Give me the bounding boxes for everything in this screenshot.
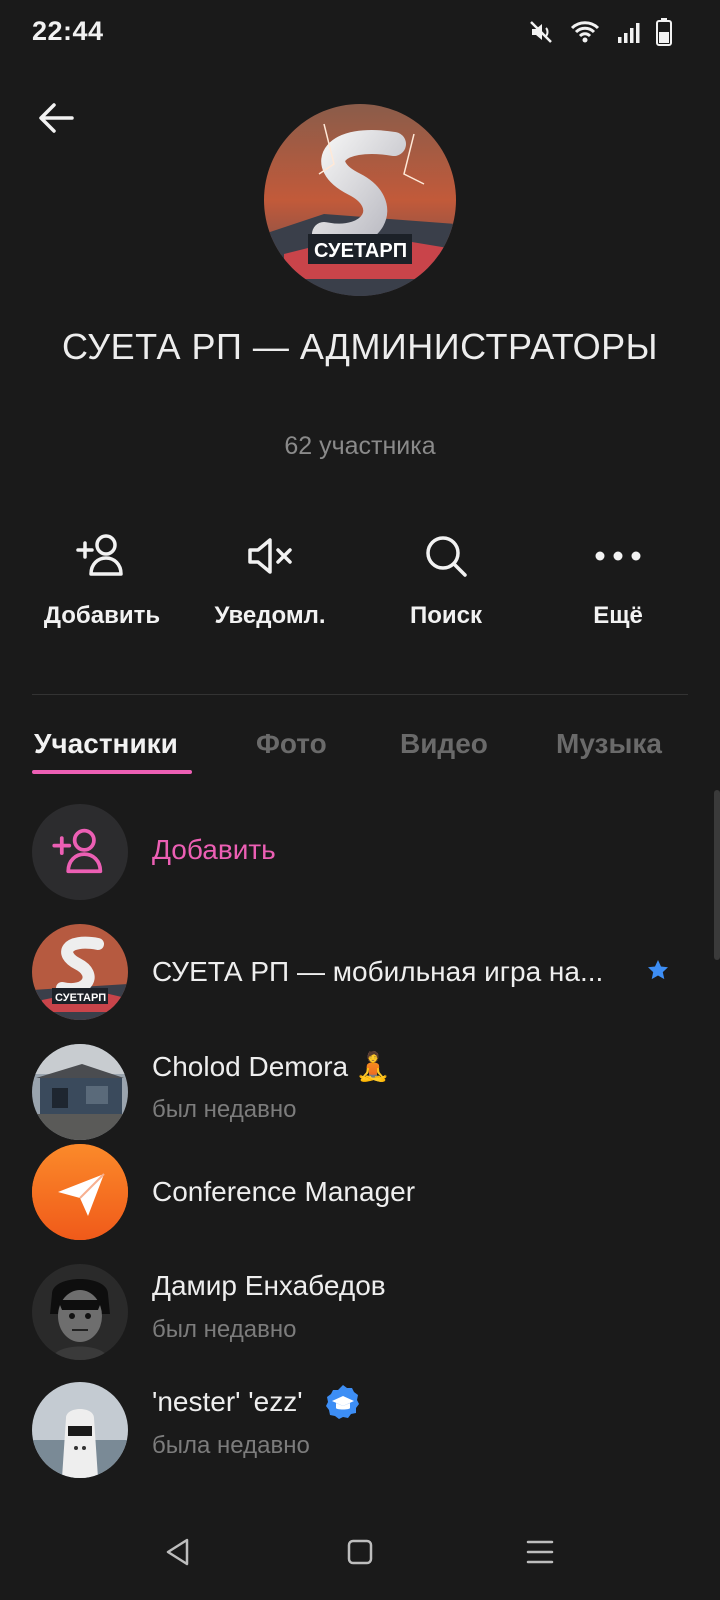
tab-video[interactable]: Видео xyxy=(400,728,488,760)
add-member-row[interactable]: Добавить xyxy=(0,800,720,900)
action-label: Добавить xyxy=(43,602,161,629)
nav-menu-button[interactable] xyxy=(516,1530,564,1578)
list-item[interactable]: 'nester' 'ezz' была недавно xyxy=(0,1378,720,1478)
battery-icon xyxy=(656,18,672,51)
action-label: Ещё xyxy=(593,602,643,629)
add-user-icon xyxy=(74,528,130,584)
list-item[interactable]: Conference Manager xyxy=(0,1140,720,1240)
tab-members[interactable]: Участники xyxy=(34,728,178,760)
arrow-left-icon xyxy=(36,98,76,143)
search-button[interactable]: Поиск xyxy=(356,528,536,638)
add-user-icon xyxy=(32,804,128,900)
tab-photo[interactable]: Фото xyxy=(256,728,327,760)
tab-music[interactable]: Музыка xyxy=(556,728,662,760)
tab-bar: Участники Фото Видео Музыка xyxy=(0,720,720,780)
list-item[interactable]: Дамир Енхабедов был недавно xyxy=(0,1260,720,1360)
avatar-text: СУЕТАРП xyxy=(55,992,106,1004)
page-title: СУЕТА РП — АДМИНИСТРАТОРЫ xyxy=(61,326,659,367)
action-label: Уведомл. xyxy=(214,602,326,629)
status-icons xyxy=(528,18,672,51)
nav-home-button[interactable] xyxy=(336,1530,384,1578)
list-item[interactable]: Cholod Demora 🧘 был недавно xyxy=(0,1040,720,1140)
status-bar: 22:44 xyxy=(0,0,720,68)
member-status: была недавно xyxy=(152,1432,310,1459)
action-bar: Добавить Уведомл. Поиск Ещё xyxy=(0,528,720,638)
member-name: Cholod Demora 🧘 xyxy=(152,1051,391,1082)
graduation-cap-icon xyxy=(324,1384,362,1427)
member-name: Дамир Енхабедов xyxy=(152,1270,386,1301)
speaker-off-icon xyxy=(242,528,298,584)
back-triangle-icon xyxy=(163,1537,193,1572)
avatar: СУЕТАРП xyxy=(32,924,128,1020)
home-square-icon xyxy=(346,1538,374,1571)
member-name: СУЕТА РП — мобильная игра на... xyxy=(152,956,604,987)
avatar xyxy=(32,1044,128,1140)
system-nav-bar xyxy=(0,1508,720,1600)
member-name: Conference Manager xyxy=(152,1176,416,1207)
wifi-icon xyxy=(570,19,600,50)
star-icon xyxy=(646,958,670,987)
search-icon xyxy=(418,528,474,584)
signal-icon xyxy=(616,20,640,49)
member-status: был недавно xyxy=(152,1316,297,1343)
divider xyxy=(32,694,688,695)
group-avatar-text: СУЕТАРП xyxy=(314,240,407,262)
notifications-button[interactable]: Уведомл. xyxy=(180,528,360,638)
member-count: 62 участника xyxy=(284,432,436,460)
avatar xyxy=(32,1264,128,1360)
back-button[interactable] xyxy=(30,94,82,146)
member-status: был недавно xyxy=(152,1096,297,1123)
avatar xyxy=(32,1144,128,1240)
add-member-button[interactable]: Добавить xyxy=(12,528,192,638)
nav-back-button[interactable] xyxy=(154,1530,202,1578)
add-member-label: Добавить xyxy=(152,834,276,865)
mute-icon xyxy=(528,19,554,50)
more-button[interactable]: Ещё xyxy=(528,528,708,638)
more-dots-icon xyxy=(590,528,646,584)
menu-lines-icon xyxy=(525,1537,555,1572)
avatar xyxy=(32,1382,128,1478)
tab-underline xyxy=(32,770,192,774)
action-label: Поиск xyxy=(409,602,483,629)
list-item[interactable]: СУЕТАРП СУЕТА РП — мобильная игра на... xyxy=(0,920,720,1020)
member-name: 'nester' 'ezz' xyxy=(152,1386,303,1417)
group-avatar[interactable]: СУЕТАРП xyxy=(264,104,456,296)
status-time: 22:44 xyxy=(32,16,104,46)
